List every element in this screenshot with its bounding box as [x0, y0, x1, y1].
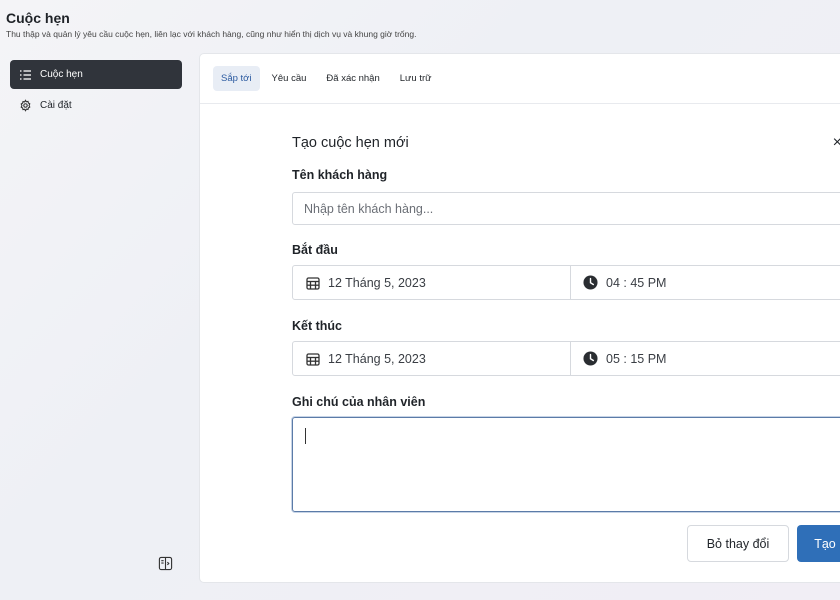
- staff-notes-textarea[interactable]: [292, 417, 840, 512]
- dialog-header: Tạo cuộc hẹn mới ×: [292, 132, 840, 154]
- customer-name-label: Tên khách hàng: [292, 168, 388, 182]
- tab-upcoming[interactable]: Sắp tới: [213, 66, 260, 91]
- sidebar: Cuộc hẹn Cài đặt: [10, 60, 182, 580]
- main-panel: Sắp tới Yêu cầu Đã xác nhận Lưu trữ Tạo …: [200, 54, 840, 582]
- customer-name-input[interactable]: Nhập tên khách hàng...: [292, 192, 840, 225]
- create-button[interactable]: Tạo: [797, 525, 840, 562]
- clock-icon: [583, 275, 598, 290]
- new-appointment-dialog: Tạo cuộc hẹn mới × Tên khách hàng Nhập t…: [292, 132, 840, 512]
- end-time-value: 05 : 15 PM: [606, 351, 667, 366]
- page-subtitle: Thu thập và quản lý yêu cầu cuộc hẹn, li…: [6, 29, 417, 39]
- start-datetime: 12 Tháng 5, 2023 04 : 45 PM: [292, 265, 840, 300]
- page-header: Cuộc hẹn Thu thập và quản lý yêu cầu cuộ…: [6, 10, 416, 39]
- start-label: Bắt đầu: [292, 243, 338, 257]
- tab-archive[interactable]: Lưu trữ: [392, 66, 440, 91]
- calendar-icon: [305, 351, 320, 366]
- end-date-picker[interactable]: 12 Tháng 5, 2023: [293, 342, 571, 375]
- sidebar-toggle-icon[interactable]: [158, 556, 174, 572]
- start-time-value: 04 : 45 PM: [606, 275, 667, 290]
- dialog-title: Tạo cuộc hẹn mới: [292, 135, 409, 151]
- end-time-picker[interactable]: 05 : 15 PM: [571, 342, 840, 375]
- sidebar-item-appointments[interactable]: Cuộc hẹn: [10, 60, 182, 89]
- page-title: Cuộc hẹn: [6, 10, 70, 26]
- dialog-actions: Bỏ thay đổi Tạo: [687, 525, 840, 562]
- start-time-picker[interactable]: 04 : 45 PM: [571, 266, 840, 299]
- staff-notes-label: Ghi chú của nhân viên: [292, 395, 426, 409]
- text-caret: [305, 428, 306, 444]
- calendar-icon: [305, 275, 320, 290]
- sidebar-item-label: Cài đặt: [40, 100, 72, 111]
- clock-icon: [583, 351, 598, 366]
- start-date-picker[interactable]: 12 Tháng 5, 2023: [293, 266, 571, 299]
- end-datetime: 12 Tháng 5, 2023 05 : 15 PM: [292, 341, 840, 376]
- discard-changes-button[interactable]: Bỏ thay đổi: [687, 525, 789, 562]
- close-icon[interactable]: ×: [833, 135, 840, 151]
- tab-bar: Sắp tới Yêu cầu Đã xác nhận Lưu trữ: [200, 54, 840, 104]
- sidebar-item-settings[interactable]: Cài đặt: [10, 91, 182, 120]
- start-date-value: 12 Tháng 5, 2023: [328, 275, 426, 290]
- end-label: Kết thúc: [292, 319, 342, 333]
- gear-icon: [18, 99, 32, 113]
- end-date-value: 12 Tháng 5, 2023: [328, 351, 426, 366]
- sidebar-item-label: Cuộc hẹn: [40, 69, 83, 80]
- tab-confirmed[interactable]: Đã xác nhận: [318, 66, 387, 91]
- tab-requests[interactable]: Yêu cầu: [264, 66, 315, 91]
- list-icon: [18, 68, 32, 82]
